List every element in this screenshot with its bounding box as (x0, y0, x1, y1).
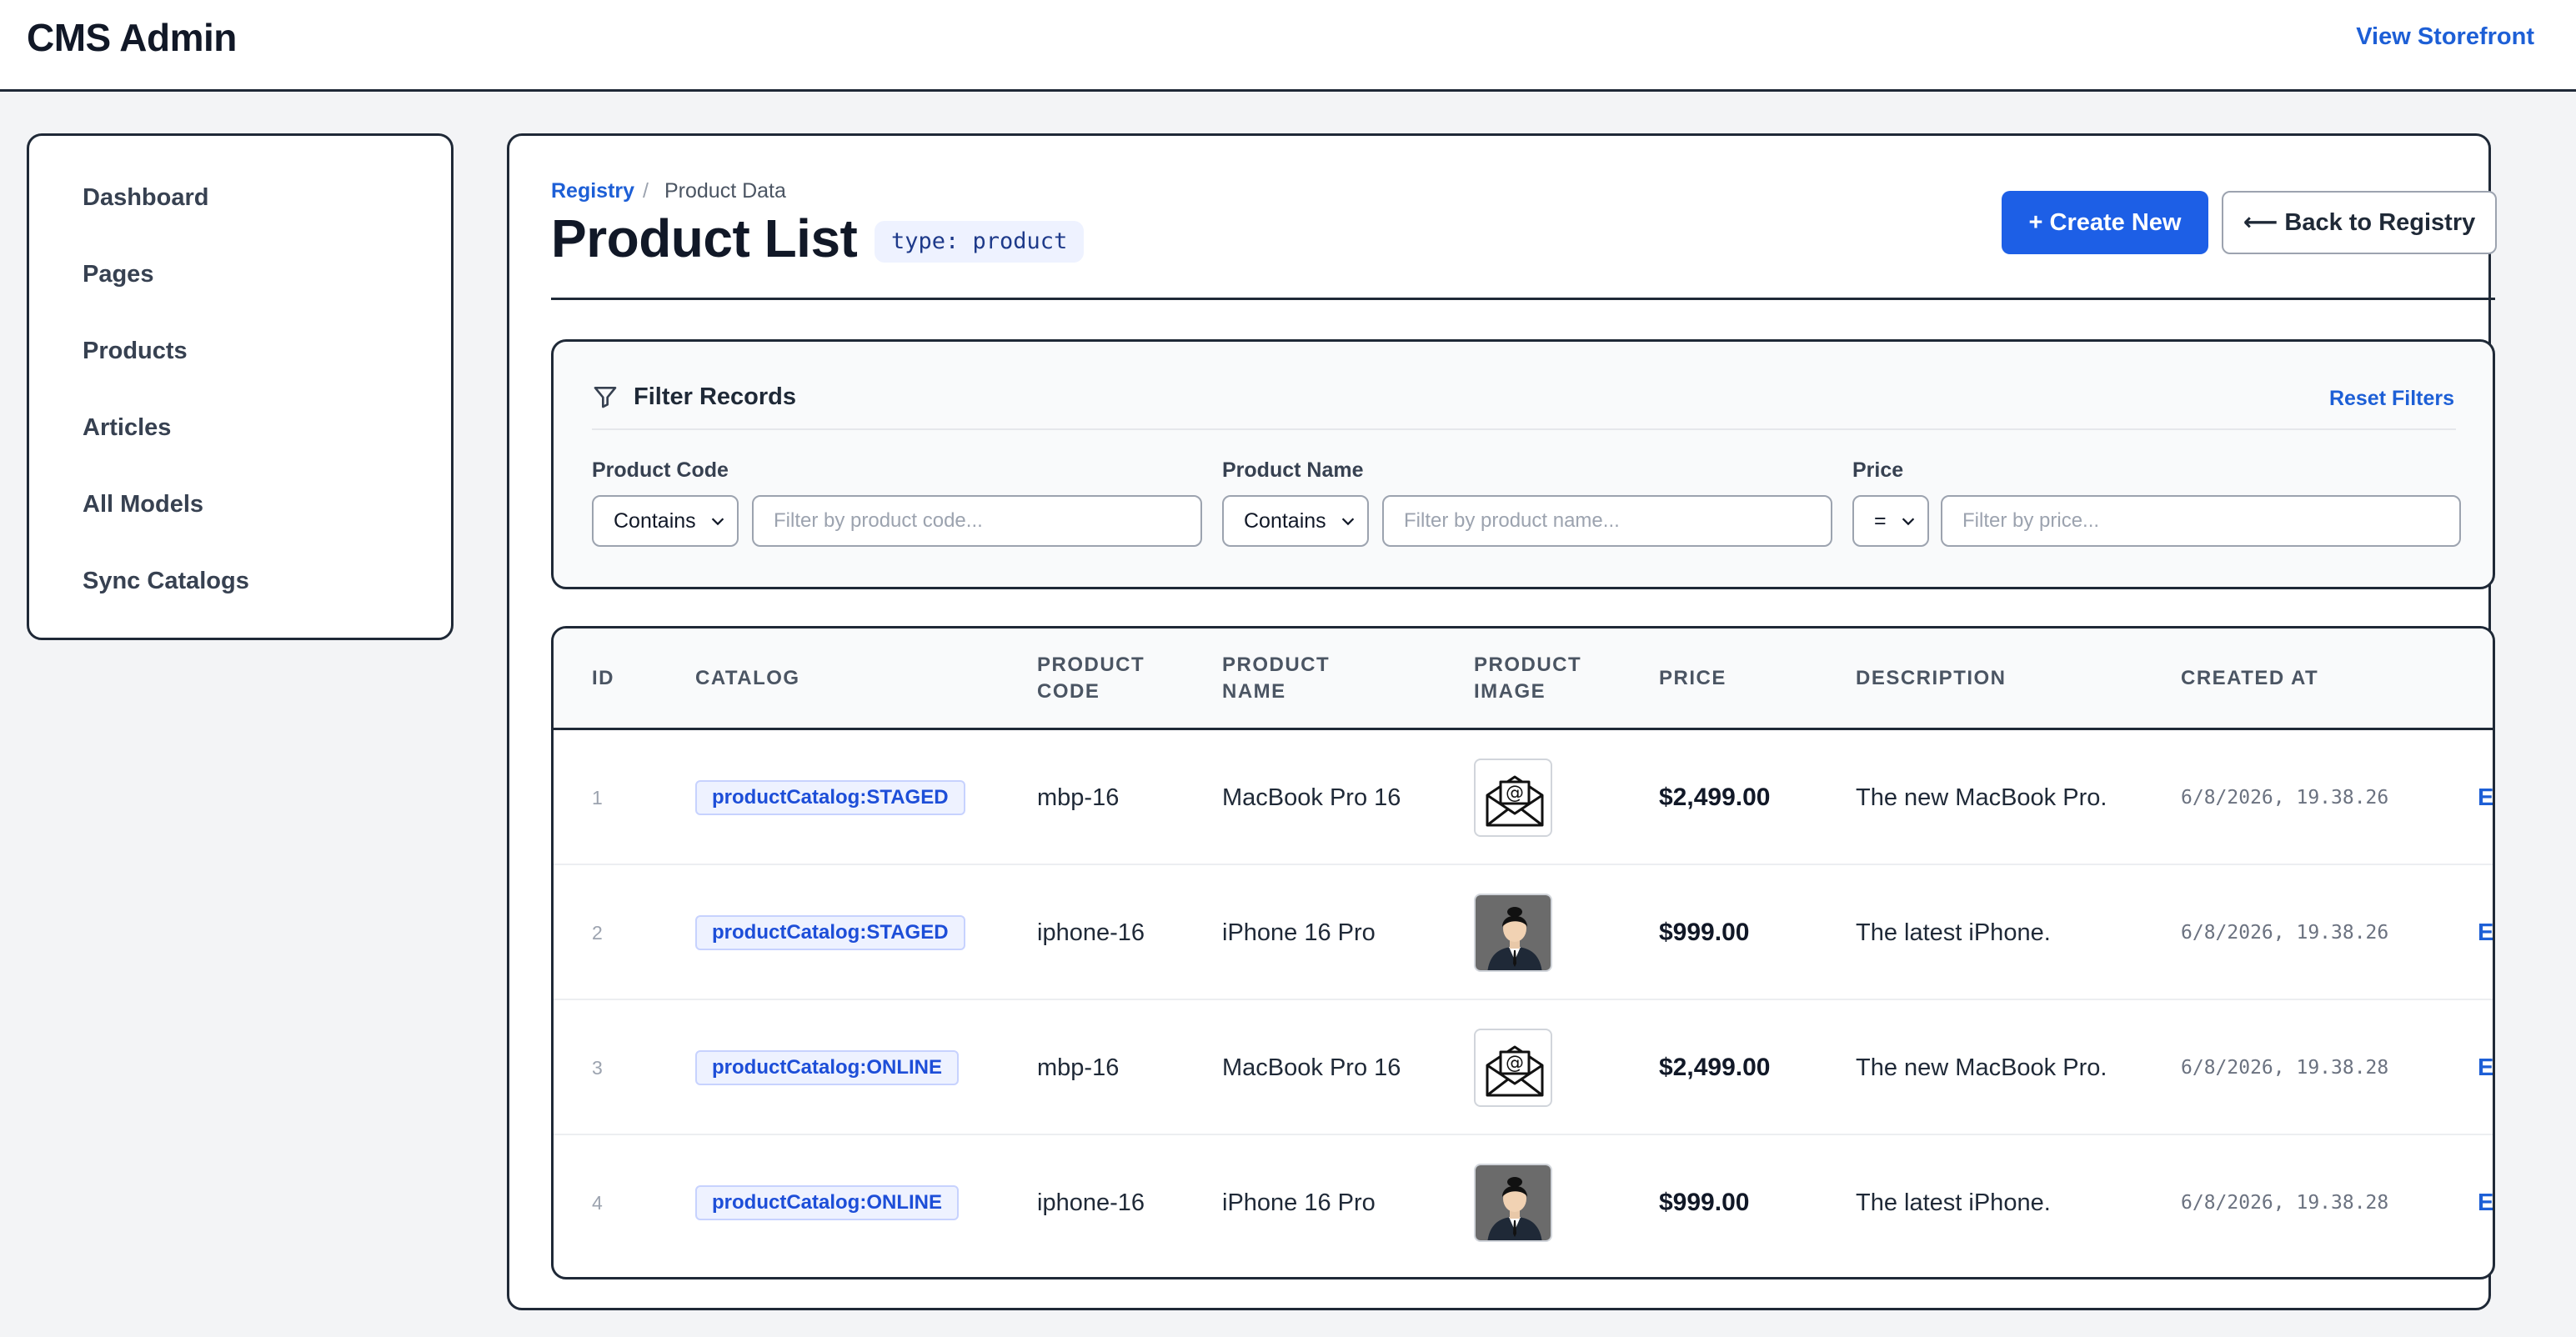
column-header-price: PRICE (1659, 667, 1727, 689)
product-name-operator-select[interactable]: Contains (1222, 495, 1369, 547)
product-image-cell: @ (1474, 730, 1552, 865)
product-name: MacBook Pro 16 (1222, 1054, 1401, 1081)
chevron-down-icon (711, 518, 724, 526)
column-header-id: ID (592, 667, 614, 689)
column-header-description: DESCRIPTION (1856, 667, 2007, 689)
product-description: The latest iPhone. (1856, 919, 2051, 946)
product-image-cell (1474, 1135, 1552, 1270)
person-avatar (1474, 894, 1552, 972)
product-name-filter-input[interactable] (1382, 495, 1832, 547)
product-code: mbp-16 (1037, 784, 1120, 811)
filter-icon (594, 387, 617, 408)
edit-link[interactable]: Ed (2478, 730, 2493, 865)
svg-text:@: @ (1506, 783, 1524, 804)
product-code: iphone-16 (1037, 919, 1145, 946)
page-title: Product List (551, 208, 858, 268)
product-image-cell (1474, 865, 1552, 1000)
product-price: $2,499.00 (1659, 1054, 1771, 1081)
chevron-down-icon (1341, 518, 1355, 526)
sidebar-item-articles[interactable]: Articles (83, 414, 171, 442)
product-table: ID CATALOG PRODUCT CODE PRODUCT NAME PRO… (551, 626, 2495, 1279)
catalog-badge: productCatalog:STAGED (695, 780, 965, 815)
table-row[interactable]: 4 productCatalog:ONLINE iphone-16 iPhone… (554, 1135, 2493, 1270)
price-label: Price (1852, 458, 1904, 482)
table-row[interactable]: 3 productCatalog:ONLINE mbp-16 MacBook P… (554, 1000, 2493, 1135)
product-code: mbp-16 (1037, 1054, 1120, 1081)
sidebar-item-dashboard[interactable]: Dashboard (83, 184, 208, 212)
reset-filters-link[interactable]: Reset Filters (2329, 387, 2454, 411)
product-code: iphone-16 (1037, 1189, 1145, 1216)
product-name-label: Product Name (1222, 458, 1364, 482)
price-operator-select[interactable]: = (1852, 495, 1929, 547)
breadcrumb-current: Product Data (664, 179, 786, 203)
row-id: 3 (592, 1056, 603, 1079)
filter-panel: Filter Records Reset Filters Product Cod… (551, 339, 2495, 589)
catalog-cell: productCatalog:STAGED (695, 865, 965, 1000)
created-at: 6/8/2026, 19.38.26 (2181, 787, 2389, 809)
app-title: CMS Admin (27, 16, 237, 59)
back-to-registry-button[interactable]: ⟵ Back to Registry (2222, 191, 2497, 254)
table-header: ID CATALOG PRODUCT CODE PRODUCT NAME PRO… (554, 628, 2493, 730)
sidebar-item-pages[interactable]: Pages (83, 261, 153, 288)
product-code-operator-select[interactable]: Contains (592, 495, 739, 547)
type-badge: type: product (875, 221, 1085, 263)
filter-divider (592, 428, 2456, 430)
table-row[interactable]: 2 productCatalog:STAGED iphone-16 iPhone… (554, 865, 2493, 1000)
svg-text:@: @ (1506, 1053, 1524, 1074)
created-at: 6/8/2026, 19.38.28 (2181, 1057, 2389, 1079)
row-id: 1 (592, 786, 603, 809)
product-price: $999.00 (1659, 919, 1750, 946)
product-code-label: Product Code (592, 458, 729, 482)
product-name: MacBook Pro 16 (1222, 784, 1401, 811)
created-at: 6/8/2026, 19.38.26 (2181, 922, 2389, 944)
product-description: The new MacBook Pro. (1856, 1054, 2107, 1081)
person-avatar (1474, 1164, 1552, 1242)
column-header-product-code: PRODUCT CODE (1037, 653, 1145, 703)
product-description: The latest iPhone. (1856, 1189, 2051, 1216)
column-header-product-image: PRODUCT IMAGE (1474, 653, 1582, 703)
chevron-down-icon (1902, 518, 1915, 526)
table-row[interactable]: 1 productCatalog:STAGED mbp-16 MacBook P… (554, 730, 2493, 865)
product-description: The new MacBook Pro. (1856, 784, 2107, 811)
product-code-operator-value: Contains (614, 509, 696, 533)
price-operator-value: = (1874, 509, 1887, 533)
breadcrumb-separator: / (643, 179, 649, 203)
header-divider (551, 298, 2495, 300)
product-name-operator-value: Contains (1244, 509, 1326, 533)
envelope-icon: @ (1474, 759, 1552, 837)
product-price: $2,499.00 (1659, 784, 1771, 811)
product-code-filter-input[interactable] (752, 495, 1202, 547)
catalog-cell: productCatalog:ONLINE (695, 1135, 959, 1270)
catalog-cell: productCatalog:ONLINE (695, 1000, 959, 1135)
product-price: $999.00 (1659, 1189, 1750, 1216)
edit-link[interactable]: Ed (2478, 1000, 2493, 1135)
envelope-icon: @ (1474, 1029, 1552, 1107)
column-header-created-at: CREATED AT (2181, 667, 2319, 689)
filter-title: Filter Records (634, 383, 796, 410)
view-storefront-link[interactable]: View Storefront (2356, 23, 2534, 51)
product-image-cell: @ (1474, 1000, 1552, 1135)
create-new-button[interactable]: + Create New (2002, 191, 2208, 254)
row-id: 4 (592, 1191, 603, 1214)
sidebar: Dashboard Pages Products Articles All Mo… (27, 133, 454, 640)
main-panel: Registry / Product Data Product List typ… (507, 133, 2497, 1310)
catalog-cell: productCatalog:STAGED (695, 730, 965, 865)
catalog-badge: productCatalog:ONLINE (695, 1050, 959, 1085)
column-header-product-name: PRODUCT NAME (1222, 653, 1331, 703)
product-name: iPhone 16 Pro (1222, 919, 1376, 946)
sidebar-item-products[interactable]: Products (83, 338, 188, 365)
created-at: 6/8/2026, 19.38.28 (2181, 1192, 2389, 1214)
breadcrumb-registry-link[interactable]: Registry (551, 179, 634, 203)
product-name: iPhone 16 Pro (1222, 1189, 1376, 1216)
column-header-catalog: CATALOG (695, 667, 800, 689)
edit-link[interactable]: Ed (2478, 1135, 2493, 1270)
edit-link[interactable]: Ed (2478, 865, 2493, 1000)
price-filter-input[interactable] (1941, 495, 2461, 547)
sidebar-item-all-models[interactable]: All Models (83, 491, 203, 518)
catalog-badge: productCatalog:STAGED (695, 915, 965, 950)
catalog-badge: productCatalog:ONLINE (695, 1185, 959, 1220)
top-bar: CMS Admin View Storefront (0, 0, 2576, 92)
sidebar-item-sync-catalogs[interactable]: Sync Catalogs (83, 568, 249, 595)
row-id: 2 (592, 921, 603, 944)
